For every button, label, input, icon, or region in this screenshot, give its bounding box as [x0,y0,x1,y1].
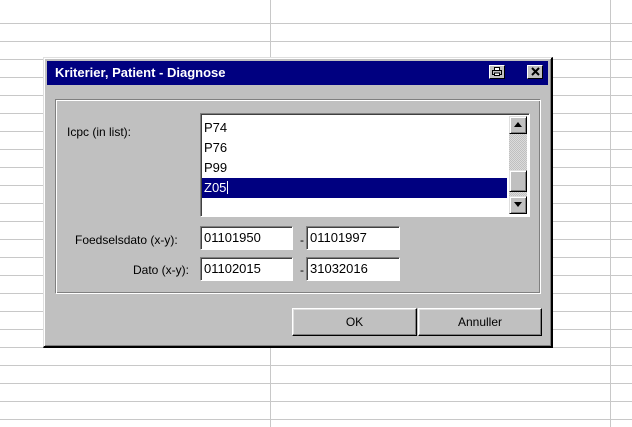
icpc-scrollbar[interactable] [509,116,527,214]
cancel-button[interactable]: Annuller [418,308,542,336]
icpc-list-item-label: P74 [204,120,228,135]
print-button[interactable] [489,65,505,79]
icpc-listbox[interactable]: P74 P76 P99 Z05 [200,113,530,217]
ok-button[interactable]: OK [292,308,417,336]
icpc-list-item-label: Z05 [204,180,227,195]
icpc-label: Icpc (in list): [67,125,132,139]
arrow-up-icon [514,122,522,127]
icpc-list-item[interactable]: P99 [202,158,507,178]
dato-from-input[interactable]: 01102015 [200,257,293,281]
scroll-up-button[interactable] [509,116,527,134]
icpc-list-item[interactable]: P76 [202,138,507,158]
scroll-down-button[interactable] [509,196,527,214]
dato-label: Dato (x-y): [133,263,190,277]
foedselsdato-from-input[interactable]: 01101950 [200,226,293,250]
grid-column-line [610,0,611,427]
foedselsdato-to-input[interactable]: 01101997 [306,226,400,250]
icpc-list-item[interactable]: P74 [202,118,507,138]
arrow-down-icon [514,202,522,207]
dialog-titlebar[interactable]: Kriterier, Patient - Diagnose [47,61,548,85]
icpc-list-item-label: P76 [204,140,228,155]
text-caret [227,181,229,194]
dato-to-input[interactable]: 31032016 [306,257,400,281]
icpc-list-item-label: P99 [204,160,228,175]
icpc-list-items: P74 P76 P99 Z05 [202,118,507,198]
dato-separator: - [300,263,304,277]
foedselsdato-separator: - [300,233,304,247]
foedselsdato-label: Foedselsdato (x-y): [75,233,178,247]
close-button[interactable] [527,65,543,79]
close-icon [530,67,540,76]
icpc-list-item[interactable]: Z05 [202,178,507,198]
printer-icon [492,67,502,76]
scroll-thumb[interactable] [509,170,527,192]
dialog-title: Kriterier, Patient - Diagnose [55,65,226,80]
